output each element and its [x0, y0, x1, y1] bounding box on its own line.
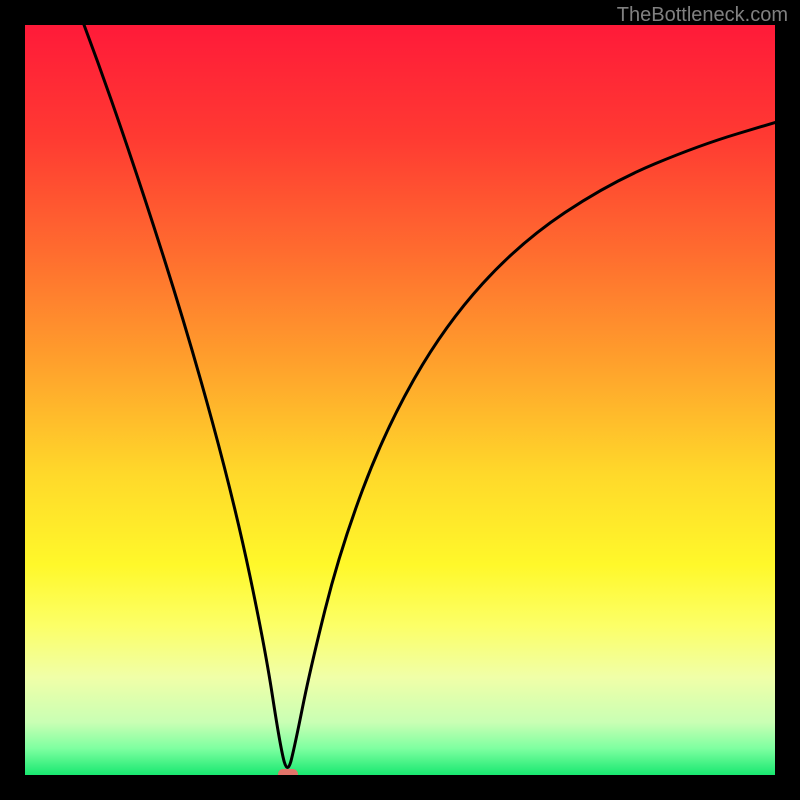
bottleneck-curve [25, 25, 775, 768]
watermark-text: TheBottleneck.com [617, 4, 788, 27]
optimum-marker [278, 769, 298, 775]
curve-layer [25, 25, 775, 775]
plot-area [25, 25, 775, 775]
chart-frame: TheBottleneck.com [0, 0, 800, 800]
